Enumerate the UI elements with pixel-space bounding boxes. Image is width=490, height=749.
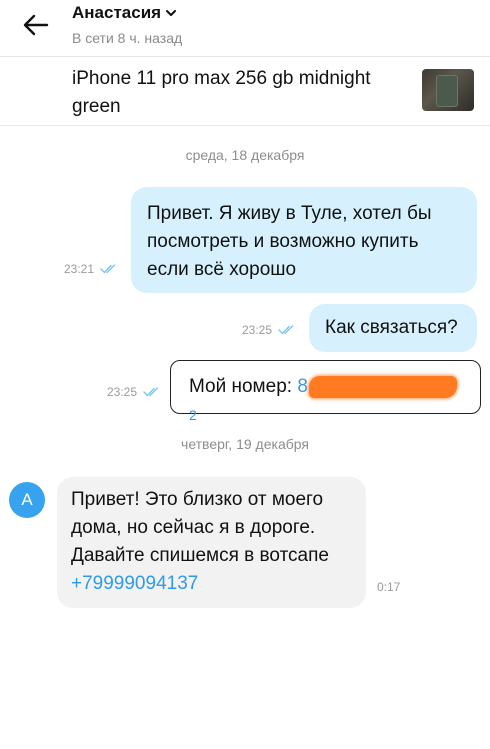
avatar[interactable]: А [9,482,45,518]
message-time: 0:17 [377,580,401,594]
message-label: Мой номер: [189,376,298,397]
message-time: 23:25 [107,385,138,399]
message-bubble[interactable]: Привет! Это близко от моего дома, но сей… [57,477,366,608]
redaction-mark [308,375,457,398]
read-checkmarks-icon [143,387,159,397]
read-checkmarks-icon [100,264,116,274]
avatar-initial: А [21,490,33,509]
message-bubble[interactable]: Привет. Я живу в Туле, хотел бы посмотре… [131,187,477,293]
arrow-left-icon [23,14,49,36]
contact-name-dropdown[interactable]: Анастасия [72,3,177,23]
phone-number-link[interactable]: +79999094137 [71,570,352,598]
phone-image-icon [436,75,458,107]
message-time: 23:25 [242,323,273,337]
ad-preview[interactable]: iPhone 11 pro max 256 gb midnight green [0,57,490,126]
message-line: Давайте спишемся в вотсапе [71,545,329,566]
message-meta: 23:21 [64,262,118,276]
date-separator: четверг, 19 декабря [181,436,309,452]
read-checkmarks-icon [278,325,294,335]
chat-header: Анастасия В сети 8 ч. назад [0,0,490,57]
phone-number-tail[interactable]: 2 [189,407,197,423]
message-text: Привет. Я живу в Туле, хотел бы посмотре… [147,203,432,280]
date-separator: среда, 18 декабря [185,147,305,163]
message-time: 23:21 [64,262,95,276]
message-meta: 23:25 [107,385,161,399]
contact-name: Анастасия [72,3,162,22]
message-meta: 23:25 [242,323,296,337]
message-meta: 0:17 [377,580,400,594]
back-button[interactable] [18,8,54,42]
chevron-down-icon [166,10,177,16]
message-line: Привет! Это близко от моего [71,489,324,510]
message-text: Как связаться? [325,317,458,338]
message-line: дома, но сейчас я в дороге. [71,517,316,538]
message-bubble-selected[interactable]: Мой номер: 8 2 [170,360,481,423]
ad-thumbnail[interactable] [422,69,474,111]
message-bubble[interactable]: Как связаться? [309,304,477,352]
phone-number-link[interactable]: 8 [297,376,308,397]
ad-title[interactable]: iPhone 11 pro max 256 gb midnight green [72,65,412,121]
online-status: В сети 8 ч. назад [72,30,183,46]
